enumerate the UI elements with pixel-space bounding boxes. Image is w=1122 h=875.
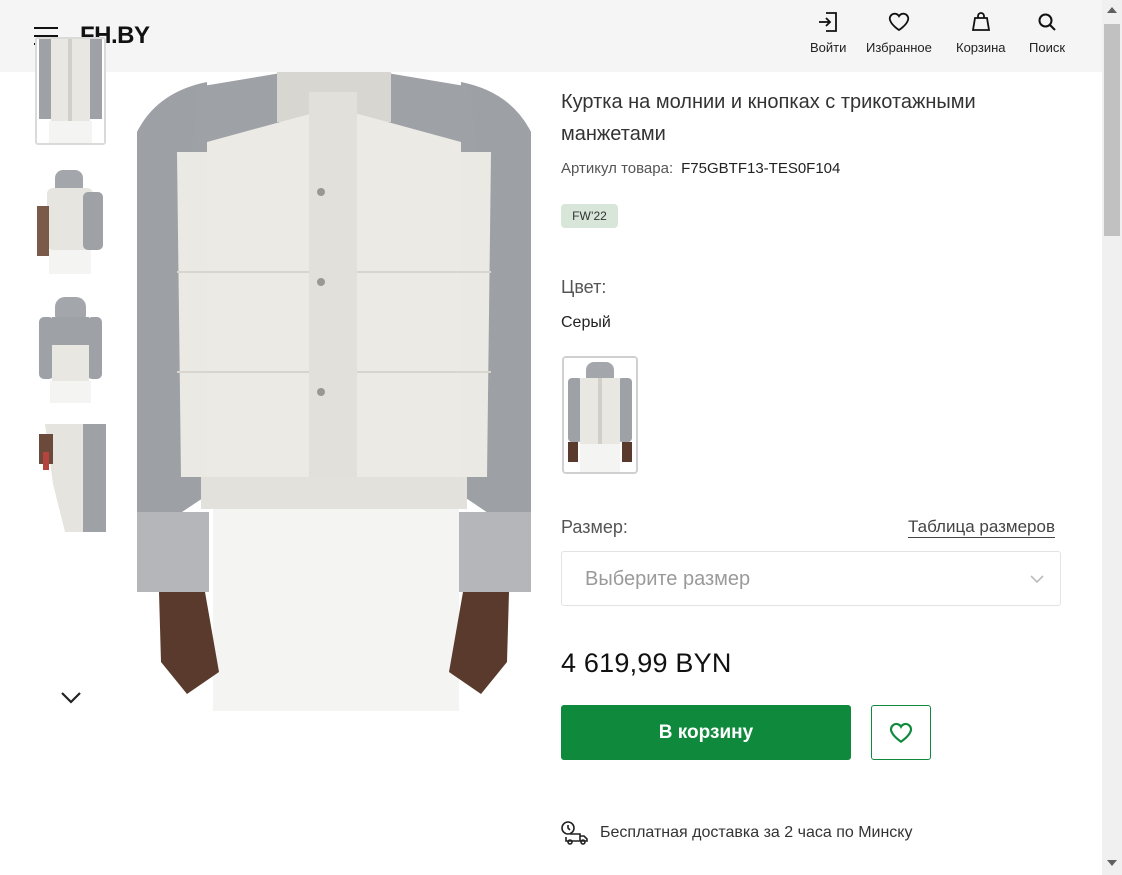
sku-value: F75GBTF13-TES0F104	[681, 160, 841, 177]
jacket-front-crop-image	[37, 39, 104, 143]
nav-search-label: Поиск	[1029, 40, 1066, 55]
login-icon	[819, 12, 838, 32]
main-product-image[interactable]	[137, 72, 531, 711]
product-title: Куртка на молнии и кнопках с трикотажным…	[561, 91, 976, 145]
delivery-info: Бесплатная доставка за 2 часа по Минску	[560, 820, 912, 846]
scroll-up-arrow-icon[interactable]	[1107, 7, 1117, 13]
jacket-lining-detail-image	[35, 424, 106, 532]
bag-icon	[971, 12, 990, 31]
sku-label: Артикул товара:	[561, 160, 674, 177]
nav-login-label: Войти	[810, 40, 847, 55]
delivery-text: Бесплатная доставка за 2 часа по Минску	[600, 824, 913, 841]
thumbnails-down-chevron-icon[interactable]	[58, 684, 84, 710]
thumbnail-4[interactable]	[35, 424, 106, 532]
nav-login[interactable]: Войти	[810, 10, 846, 55]
thumbnail-1[interactable]	[35, 37, 106, 145]
thumbnail-3[interactable]	[35, 295, 106, 403]
color-value: Серый	[561, 314, 611, 331]
scroll-down-arrow-icon[interactable]	[1107, 860, 1117, 866]
color-swatch-grey[interactable]	[562, 356, 638, 474]
page-scrollbar[interactable]	[1102, 0, 1122, 875]
size-select-placeholder: Выберите размер	[585, 568, 751, 590]
sku: Артикул товара: F75GBTF13-TES0F104	[561, 160, 840, 177]
heart-outline-icon	[889, 722, 913, 743]
nav-cart[interactable]: Корзина	[956, 10, 1006, 55]
jacket-front-image	[137, 72, 531, 711]
header: FH.BY Войти Избранное Корзина Поиск	[0, 0, 1102, 72]
nav-favorites[interactable]: Избранное	[866, 10, 932, 55]
add-to-cart-button[interactable]: В корзину	[561, 705, 851, 760]
season-badge: FW’22	[561, 204, 618, 228]
product-price: 4 619,99 BYN	[561, 648, 732, 678]
jacket-back-hood-image	[35, 295, 106, 403]
size-select[interactable]: Выберите размер	[561, 551, 1061, 606]
color-label: Цвет:	[561, 277, 607, 297]
scroll-thumb[interactable]	[1104, 24, 1120, 236]
thumbnail-2[interactable]	[35, 166, 106, 274]
delivery-truck-clock-icon	[561, 821, 588, 845]
chevron-down-icon	[1028, 570, 1046, 593]
jacket-side-hood-image	[35, 166, 106, 274]
size-table-link[interactable]: Таблица размеров	[908, 517, 1055, 538]
heart-icon	[888, 12, 909, 32]
add-to-favorites-button[interactable]	[871, 705, 931, 760]
color-swatch-image	[564, 358, 636, 472]
nav-search[interactable]: Поиск	[1029, 10, 1065, 55]
nav-cart-label: Корзина	[956, 40, 1006, 55]
size-label: Размер:	[561, 517, 628, 537]
search-icon	[1038, 13, 1056, 31]
nav-favorites-label: Избранное	[866, 40, 932, 55]
